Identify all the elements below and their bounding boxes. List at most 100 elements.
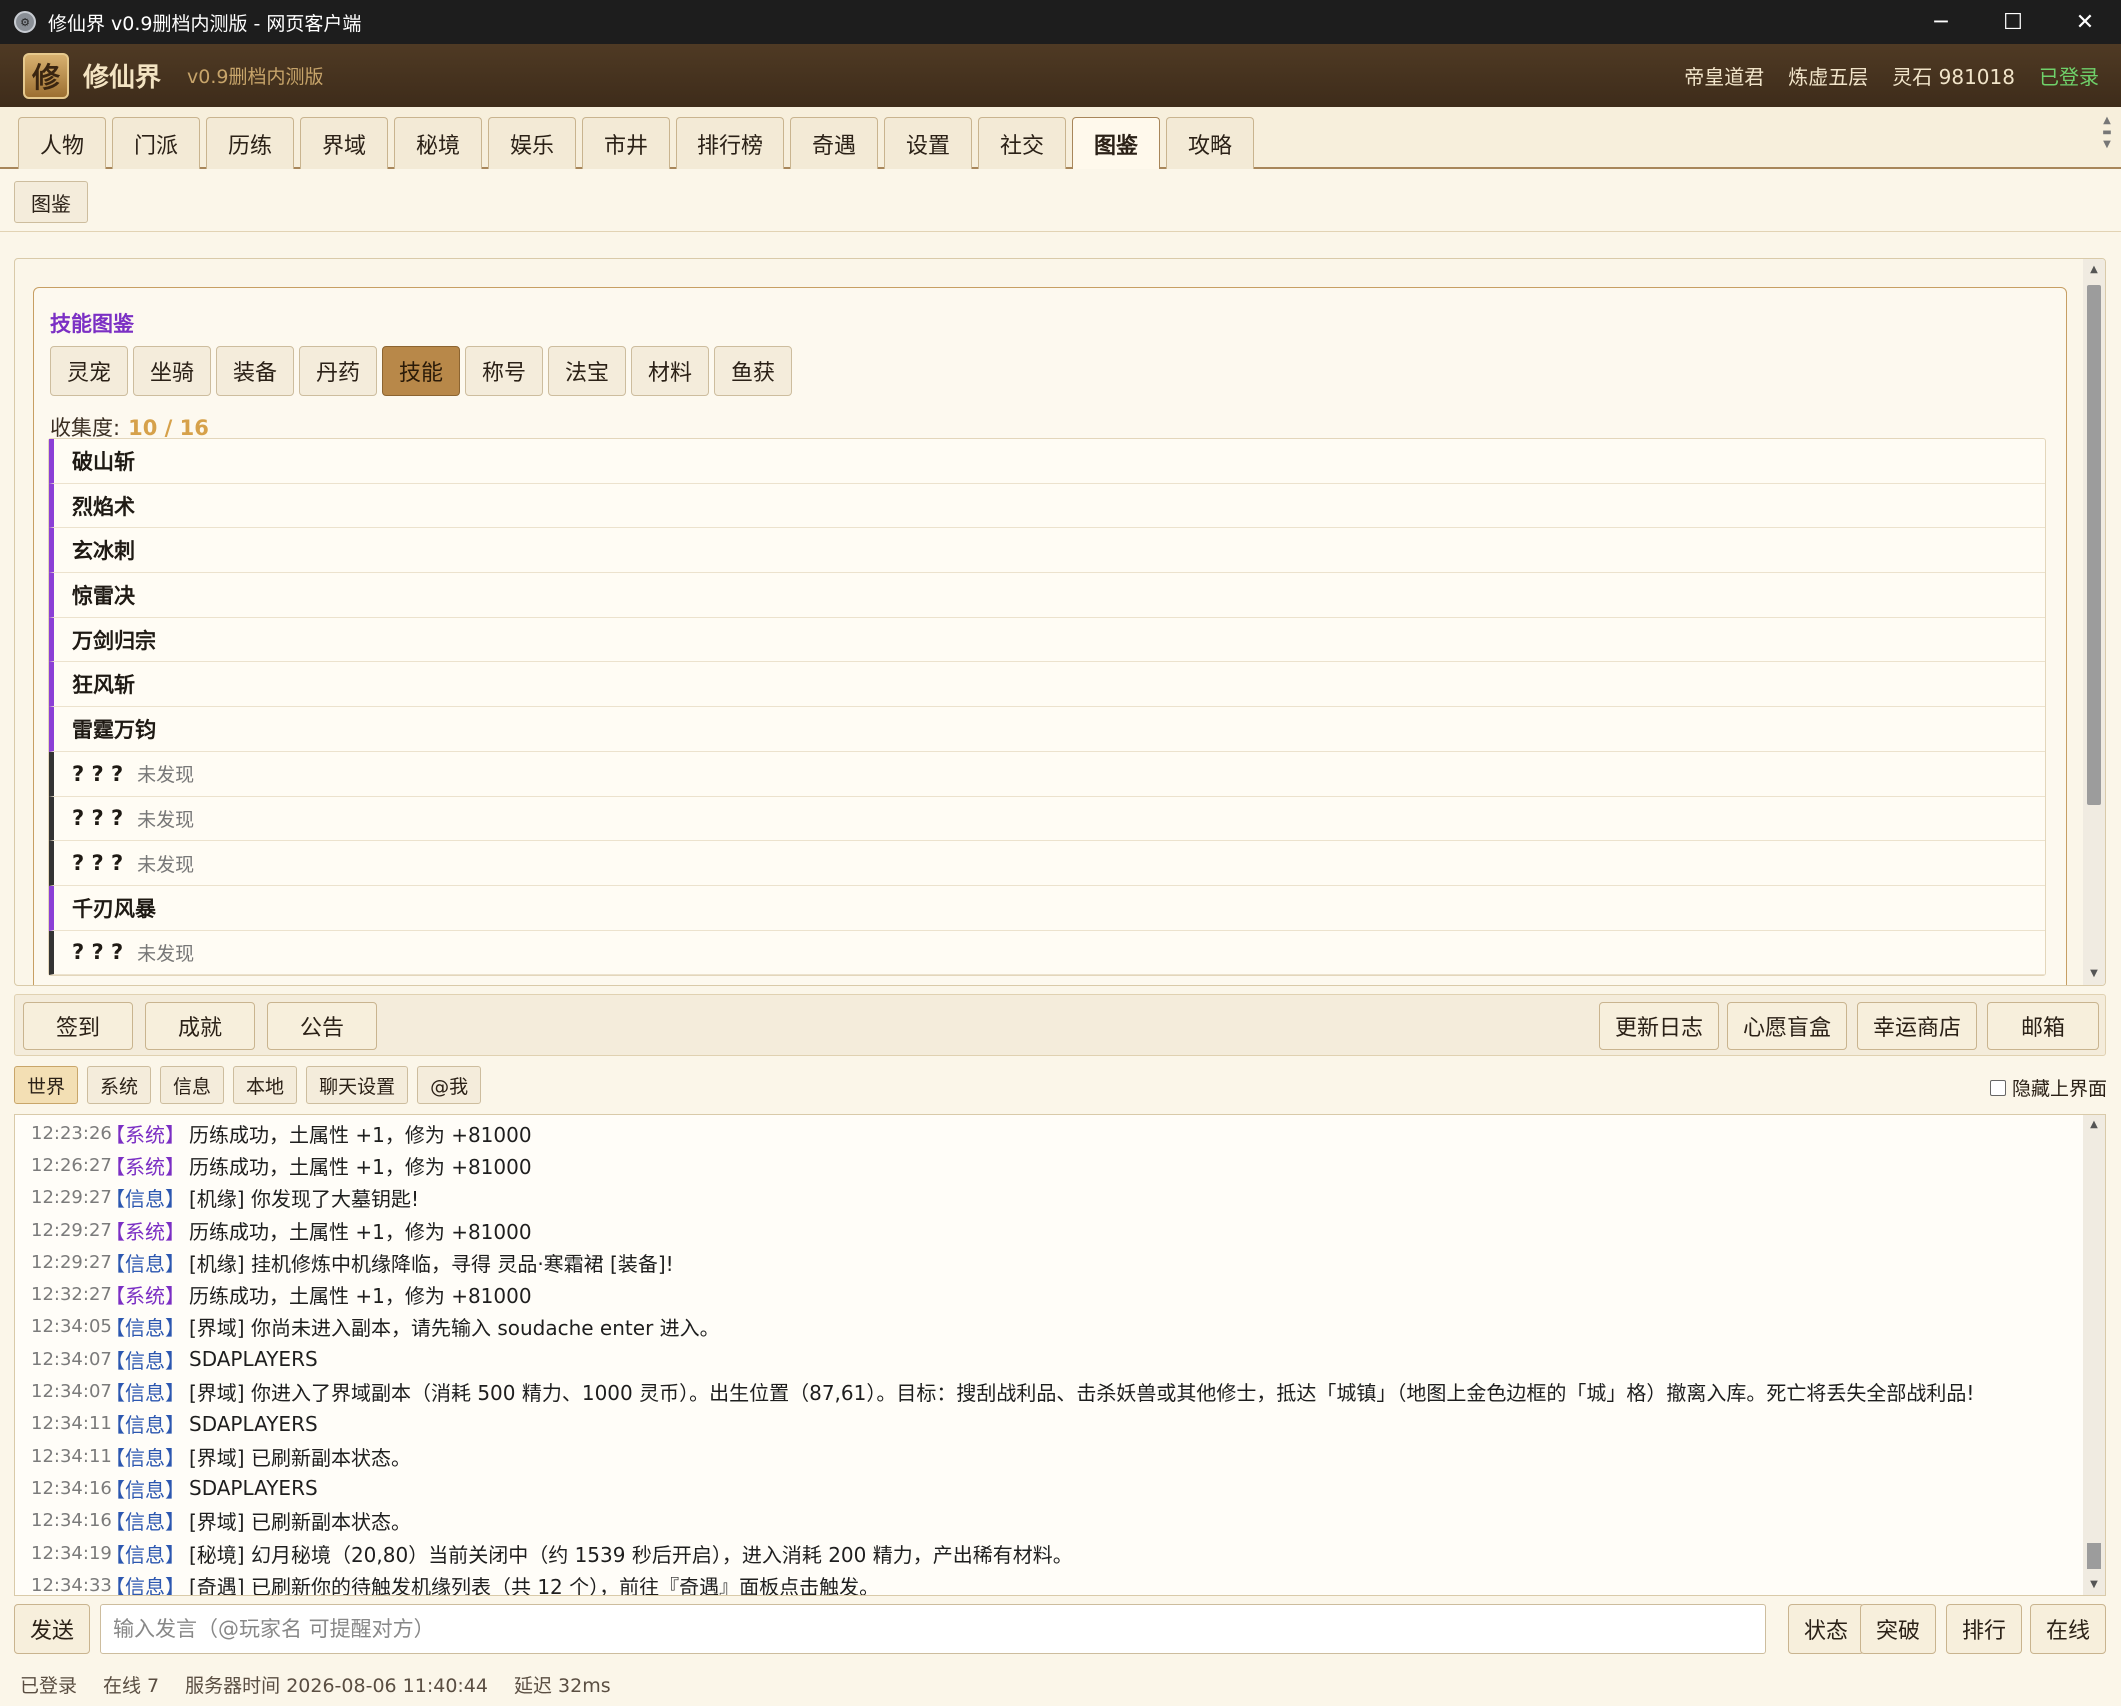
status-login: 已登录	[20, 1674, 78, 1697]
scroll-up-icon[interactable]: ▲	[2083, 259, 2105, 281]
codex-category-tab[interactable]: 材料	[631, 346, 709, 396]
nav-tab[interactable]: 攻略	[1166, 117, 1255, 169]
chat-input[interactable]	[100, 1604, 1766, 1654]
mailbox-button[interactable]: 邮箱	[1987, 1002, 2099, 1050]
chat-tag: 【信息】	[105, 1574, 185, 1596]
chat-tab[interactable]: 世界	[14, 1066, 79, 1104]
version-label: v0.9删档内测版	[187, 66, 324, 88]
nav-tab[interactable]: 排行榜	[676, 117, 785, 169]
main-tabs: 人物 门派 历练 界域 秘境 娱乐 市井 排行榜 奇遇 设置 社交 图鉴 攻略	[18, 117, 1255, 169]
changelog-button[interactable]: 更新日志	[1599, 1002, 1719, 1050]
chat-time: 12:34:11	[31, 1413, 112, 1435]
codex-item-name: ? ? ?	[72, 851, 124, 876]
codex-category-tab[interactable]: 鱼获	[714, 346, 792, 396]
codex-item[interactable]: 惊雷决	[49, 573, 2045, 618]
send-button[interactable]: 发送	[14, 1604, 90, 1654]
chat-scroll-thumb[interactable]	[2087, 1543, 2101, 1569]
chat-line: 12:34:07 【信息】 SDAPLAYERS	[31, 1343, 1974, 1375]
codex-item-name: ? ? ?	[72, 806, 124, 831]
codex-categories: 灵宠 坐骑 装备 丹药 技能 称号 法宝 材料 鱼获	[50, 346, 792, 396]
codex-category-tab[interactable]: 称号	[465, 346, 543, 396]
codex-item[interactable]: 雷霆万钧	[49, 707, 2045, 752]
codex-item[interactable]: ? ? ? 未发现	[49, 751, 2045, 797]
codex-category-tab[interactable]: 技能	[382, 346, 460, 396]
chat-line: 12:29:27 【系统】 历练成功，土属性 +1，修为 +81000	[31, 1214, 1974, 1246]
codex-category-tab[interactable]: 灵宠	[50, 346, 128, 396]
codex-category-tab[interactable]: 坐骑	[133, 346, 211, 396]
chat-tag: 【信息】	[105, 1510, 185, 1535]
chat-tab[interactable]: 本地	[233, 1066, 298, 1104]
codex-item[interactable]: ? ? ? 未发现	[49, 841, 2045, 886]
nav-tab[interactable]: 人物	[18, 117, 106, 169]
chat-tab[interactable]: @我	[417, 1066, 482, 1104]
app-header: 修 修仙界 v0.9删档内测版 帝皇道君 炼虚五层 灵石 981018 已登录	[0, 44, 2121, 107]
nav-tab[interactable]: 社交	[978, 117, 1067, 169]
ranking-button[interactable]: 排行	[1946, 1604, 2022, 1654]
chat-scroll-down-icon[interactable]: ▼	[2083, 1575, 2105, 1595]
codex-category-tab[interactable]: 法宝	[548, 346, 626, 396]
codex-item-status: 未发现	[137, 942, 195, 965]
app-logo: 修	[23, 52, 69, 99]
scroll-thumb[interactable]	[2087, 285, 2101, 805]
nav-tab[interactable]: 历练	[206, 117, 294, 169]
lucky-shop-button[interactable]: 幸运商店	[1857, 1002, 1977, 1050]
codex-item-status: 未发现	[137, 764, 195, 787]
chat-lines: 12:23:26 【系统】 历练成功，土属性 +1，修为 +81000 12:26:2…	[31, 1117, 1974, 1596]
nav-tab[interactable]: 门派	[112, 117, 200, 169]
chat-scrollbar[interactable]: ▲ ▼	[2083, 1115, 2105, 1595]
scroll-down-icon[interactable]: ▼	[2083, 963, 2105, 985]
brand-name: 修仙界	[83, 63, 162, 93]
wish-box-button[interactable]: 心愿盲盒	[1727, 1002, 1847, 1050]
nav-tab[interactable]: 市井	[582, 117, 670, 169]
hide-ui-toggle[interactable]: 隐藏上界面	[1989, 1074, 2107, 1101]
chat-time: 12:29:27	[31, 1251, 112, 1273]
main-nav: 人物 门派 历练 界域 秘境 娱乐 市井 排行榜 奇遇 设置 社交 图鉴 攻略 ▲ ▬ ▼	[0, 107, 2121, 169]
chat-log: 12:23:26 【系统】 历练成功，土属性 +1，修为 +81000 12:26:2…	[14, 1114, 2106, 1596]
action-bar: 签到 成就 公告 更新日志 心愿盲盒 幸运商店 邮箱	[14, 994, 2106, 1056]
codex-item[interactable]: 狂风斩	[49, 662, 2045, 708]
chat-tag: 【信息】	[105, 1445, 185, 1470]
announcement-button[interactable]: 公告	[267, 1002, 377, 1050]
close-icon[interactable]: ✕	[2049, 0, 2121, 44]
codex-category-tab[interactable]: 丹药	[299, 346, 377, 396]
chat-tab[interactable]: 信息	[160, 1066, 225, 1104]
nav-tab[interactable]: 娱乐	[488, 117, 576, 169]
subtab-codex[interactable]: 图鉴	[14, 181, 88, 223]
codex-item[interactable]: 千刃风暴	[49, 885, 2045, 931]
hide-ui-checkbox[interactable]	[1989, 1079, 2006, 1096]
nav-tab[interactable]: 设置	[884, 117, 973, 169]
checkin-button[interactable]: 签到	[23, 1002, 133, 1050]
minimize-icon[interactable]: ─	[1905, 0, 1977, 44]
maximize-icon[interactable]: ☐	[1977, 0, 2049, 44]
achievements-button[interactable]: 成就	[145, 1002, 255, 1050]
chat-time: 12:34:07	[31, 1348, 112, 1370]
nav-tab[interactable]: 图鉴	[1072, 117, 1161, 169]
nav-tab[interactable]: 奇遇	[790, 117, 879, 169]
chat-tab[interactable]: 聊天设置	[306, 1066, 409, 1104]
codex-item[interactable]: 破山斩	[49, 439, 2045, 484]
content-scrollbar[interactable]: ▲ ▼	[2083, 259, 2105, 985]
chat-message: [机缘] 挂机修炼中机缘降临，寻得 灵品·寒霜裙 [装备]!	[189, 1251, 674, 1276]
codex-item[interactable]: ? ? ? 未发现	[49, 796, 2045, 842]
codex-item-status: 未发现	[137, 853, 195, 876]
chat-time: 12:34:16	[31, 1510, 112, 1532]
codex-item[interactable]: 玄冰刺	[49, 528, 2045, 574]
nav-tab[interactable]: 秘境	[394, 117, 482, 169]
status-bar: 已登录 在线 7 服务器时间 2026-08-06 11:40:44 延迟 32…	[0, 1662, 2121, 1706]
online-button[interactable]: 在线	[2030, 1604, 2106, 1654]
codex-item-name: 雷霆万钧	[72, 717, 156, 742]
chat-line: 12:34:05 【信息】 [界域] 你尚未进入副本，请先输入 soudache e…	[31, 1311, 1974, 1343]
codex-category-tab[interactable]: 装备	[216, 346, 294, 396]
nav-scroll-icon[interactable]: ▲ ▬ ▼	[2099, 115, 2115, 161]
nav-tab[interactable]: 界域	[300, 117, 388, 169]
window-title: 修仙界 v0.9删档内测版 - 网页客户端	[48, 12, 362, 35]
chat-message: [界域] 你尚未进入副本，请先输入 soudache enter 进入。	[189, 1316, 720, 1341]
chat-tab[interactable]: 系统	[87, 1066, 152, 1104]
status-button[interactable]: 状态	[1788, 1604, 1864, 1654]
codex-item[interactable]: ? ? ? 未发现	[49, 930, 2045, 976]
codex-item[interactable]: 烈焰术	[49, 483, 2045, 529]
login-status: 已登录	[2039, 65, 2099, 89]
chat-scroll-up-icon[interactable]: ▲	[2083, 1115, 2105, 1135]
codex-item[interactable]: 万剑归宗	[49, 617, 2045, 663]
breakthrough-button[interactable]: 突破	[1860, 1604, 1936, 1654]
